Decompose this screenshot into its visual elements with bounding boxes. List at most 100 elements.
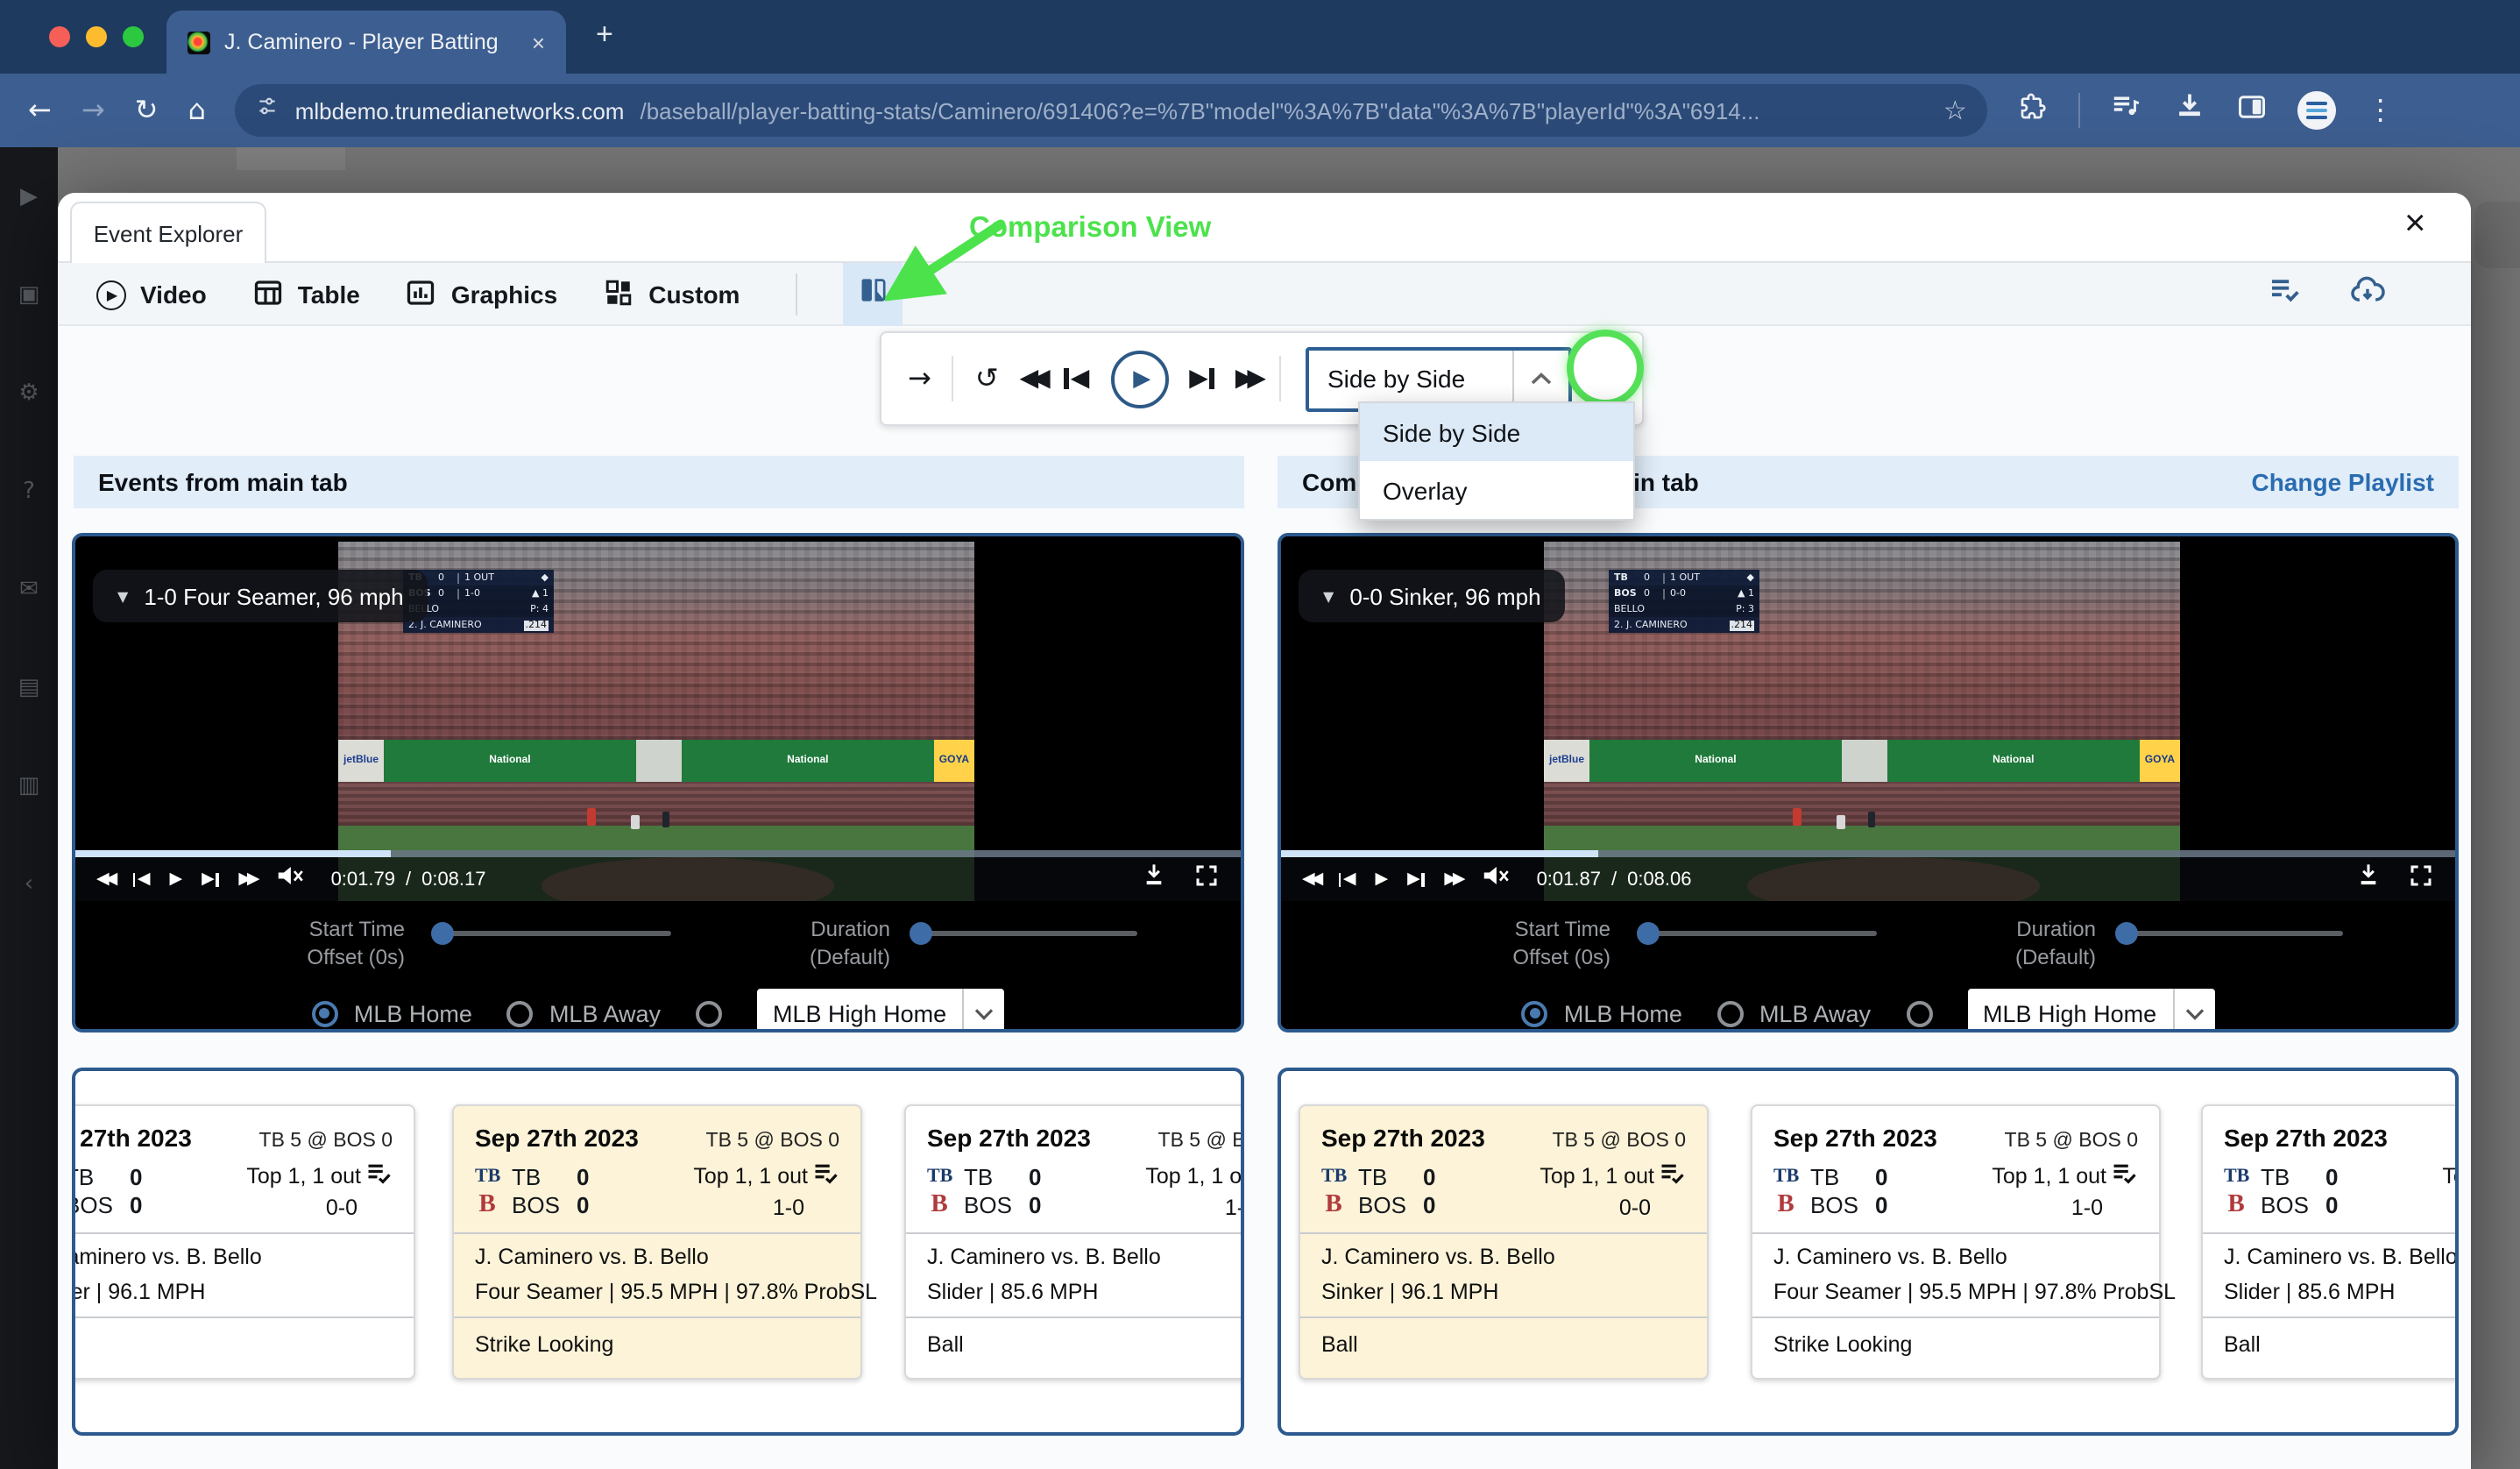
clip-rewind-icon[interactable]: ◀◀ <box>96 871 113 888</box>
radio-mlb-away[interactable]: MLB Away <box>1717 1000 1871 1026</box>
chevron-down-icon[interactable] <box>962 989 1004 1033</box>
radio-mlb-home[interactable]: MLB Home <box>312 1000 472 1026</box>
mute-icon[interactable] <box>1481 862 1511 897</box>
step-through-icon[interactable]: → <box>908 365 931 393</box>
home-icon[interactable]: ⌂ <box>188 96 205 124</box>
radio-mlb-away[interactable]: MLB Away <box>507 1000 661 1026</box>
extensions-icon[interactable] <box>2018 90 2049 131</box>
radio-icon[interactable] <box>1906 1000 1932 1026</box>
forward-icon[interactable]: → <box>81 96 105 124</box>
event-list-right[interactable]: Sep 27th 2023TB 5 @ BOS 0 TBTB0 BBOS0 To… <box>1278 1068 2459 1436</box>
reload-icon[interactable]: ↻ <box>135 96 159 124</box>
menu-option-overlay[interactable]: Overlay <box>1360 461 1633 519</box>
clip-previous-icon[interactable]: ◀ <box>132 871 150 888</box>
downloads-icon[interactable] <box>2174 89 2207 131</box>
close-icon[interactable]: × <box>2404 203 2426 245</box>
playlist-check-icon[interactable] <box>2268 273 2303 316</box>
slider-thumb[interactable] <box>431 922 454 945</box>
event-matchup: J. Caminero vs. B. Bello <box>2224 1245 2459 1269</box>
video-progress-bar[interactable] <box>1281 850 2455 857</box>
fullscreen-icon[interactable] <box>1193 862 1220 897</box>
radio-mlb-home[interactable]: MLB Home <box>1522 1000 1682 1026</box>
nav-table[interactable]: Table <box>252 276 360 313</box>
radio-selected-icon[interactable] <box>312 1000 338 1026</box>
event-list-left[interactable]: Sep 27th 2023TB 5 @ BOS 0 TBTB0 BBOS0 To… <box>72 1068 1244 1436</box>
nav-video[interactable]: ▶ Video <box>96 280 207 309</box>
start-offset-slider[interactable] <box>1640 931 1877 936</box>
restart-icon[interactable]: ↺ <box>975 365 999 393</box>
duration-slider[interactable] <box>913 931 1137 936</box>
rewind-icon[interactable]: ◀◀ <box>1020 366 1044 391</box>
clip-next-icon[interactable]: ▶ <box>202 871 219 888</box>
fullscreen-icon[interactable] <box>2408 862 2434 897</box>
clip-fast-forward-icon[interactable]: ▶▶ <box>1444 871 1461 888</box>
address-bar[interactable]: mlbdemo.trumedianetworks.com /baseball/p… <box>236 84 1988 137</box>
nav-custom[interactable]: Custom <box>603 276 740 313</box>
playlist-check-icon[interactable] <box>366 1162 393 1190</box>
duration-slider[interactable] <box>2119 931 2343 936</box>
slider-thumb[interactable] <box>1637 922 1660 945</box>
playlist-check-icon[interactable] <box>813 1162 839 1190</box>
clip-title-dropdown[interactable]: ▼ 0-0 Sinker, 96 mph <box>1299 570 1566 622</box>
clip-next-icon[interactable]: ▶ <box>1407 871 1425 888</box>
chevron-up-icon[interactable] <box>1513 350 1569 408</box>
cloud-download-icon[interactable] <box>2348 271 2387 318</box>
profile-avatar[interactable] <box>2298 91 2337 130</box>
video-progress-bar[interactable] <box>75 850 1241 857</box>
chevron-down-icon[interactable] <box>2172 989 2214 1033</box>
back-icon[interactable]: ← <box>28 96 52 124</box>
ad-jetblue: jetBlue <box>338 740 384 783</box>
change-playlist-link[interactable]: Change Playlist <box>2251 468 2434 496</box>
clip-play-icon[interactable]: ▶ <box>169 871 182 888</box>
start-offset-slider[interactable] <box>435 931 671 936</box>
radio-icon[interactable] <box>1717 1000 1744 1026</box>
clip-rewind-icon[interactable]: ◀◀ <box>1302 871 1319 888</box>
event-card-selected[interactable]: Sep 27th 2023TB 5 @ BOS 0 TBTB0 BBOS0 To… <box>1299 1104 1709 1380</box>
clip-download-icon[interactable] <box>2355 861 2382 898</box>
clip-title-dropdown[interactable]: ▼ 1-0 Four Seamer, 96 mph <box>93 570 428 622</box>
video-frame[interactable]: jetBlue National National GOYA TB01 OUT◆… <box>75 536 1241 901</box>
new-tab-button[interactable]: + <box>596 18 613 53</box>
slider-thumb[interactable] <box>2115 922 2138 945</box>
fast-forward-icon[interactable]: ▶▶ <box>1235 366 1259 391</box>
clip-play-icon[interactable]: ▶ <box>1375 871 1388 888</box>
video-frame[interactable]: jetBlue National National GOYA TB01 OUT◆… <box>1281 536 2455 901</box>
tab-close-icon[interactable]: × <box>532 29 545 55</box>
event-card[interactable]: Sep 27th 2023TB 5 @ BOS 0 TBTB0 BBOS0 To… <box>904 1104 1244 1380</box>
radio-icon[interactable] <box>507 1000 534 1026</box>
camera-angle-select[interactable]: MLB High Home <box>757 989 1004 1033</box>
event-card-selected[interactable]: Sep 27th 2023TB 5 @ BOS 0 TBTB0 BBOS0 To… <box>452 1104 862 1380</box>
clip-fast-forward-icon[interactable]: ▶▶ <box>238 871 255 888</box>
media-playlist-icon[interactable] <box>2111 89 2144 131</box>
traffic-light-close-icon[interactable] <box>49 26 70 47</box>
sidebar-image-icon: ▥ <box>18 736 40 834</box>
radio-custom-angle[interactable] <box>696 1000 722 1026</box>
play-button[interactable]: ▶ <box>1110 350 1168 408</box>
radio-selected-icon[interactable] <box>1522 1000 1548 1026</box>
menu-option-side-by-side[interactable]: Side by Side <box>1360 403 1633 461</box>
next-event-icon[interactable]: ▶ <box>1189 366 1214 391</box>
playlist-check-icon[interactable] <box>2112 1162 2138 1190</box>
nav-graphics[interactable]: Graphics <box>406 276 557 313</box>
clip-download-icon[interactable] <box>1141 861 1167 898</box>
traffic-light-minimize-icon[interactable] <box>86 26 107 47</box>
traffic-light-zoom-icon[interactable] <box>123 26 144 47</box>
clip-previous-icon[interactable]: ◀ <box>1338 871 1356 888</box>
browser-menu-icon[interactable]: ⋮ <box>2367 96 2395 124</box>
slider-thumb[interactable] <box>910 922 932 945</box>
scorebug-away: TB <box>1614 572 1639 583</box>
radio-custom-angle[interactable] <box>1906 1000 1932 1026</box>
tab-event-explorer[interactable]: Event Explorer <box>70 202 266 263</box>
event-card[interactable]: Sep 27th 2023TB 5 @ BOS 0 TBTB0 BBOS0 To… <box>2201 1104 2459 1380</box>
camera-angle-select[interactable]: MLB High Home <box>1967 989 2214 1033</box>
browser-tab[interactable]: J. Caminero - Player Batting × <box>166 11 566 74</box>
mute-icon[interactable] <box>275 862 305 897</box>
event-card[interactable]: Sep 27th 2023TB 5 @ BOS 0 TBTB0 BBOS0 To… <box>72 1104 415 1380</box>
site-settings-icon[interactable] <box>257 95 280 126</box>
radio-icon[interactable] <box>696 1000 722 1026</box>
side-panel-icon[interactable] <box>2237 90 2269 131</box>
event-card[interactable]: Sep 27th 2023TB 5 @ BOS 0 TBTB0 BBOS0 To… <box>1751 1104 2161 1380</box>
playlist-check-icon[interactable] <box>1660 1162 1686 1190</box>
previous-event-icon[interactable]: ◀ <box>1065 366 1090 391</box>
bookmark-star-icon[interactable]: ☆ <box>1943 97 1967 124</box>
